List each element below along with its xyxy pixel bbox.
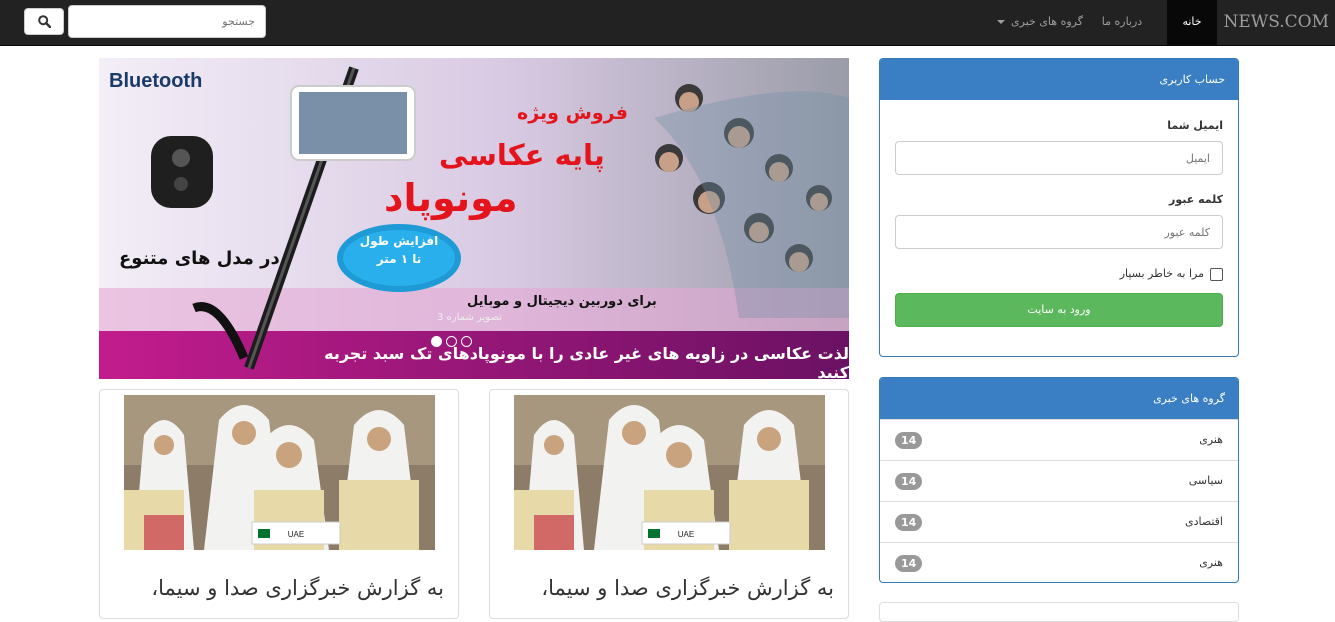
remember-label: مرا به خاطر بسپار — [1119, 267, 1204, 280]
bubble-line-2: تا ۱ متر — [376, 252, 422, 266]
carousel-caption: تصویر شماره 3 — [437, 312, 502, 323]
carousel-dot[interactable] — [431, 336, 442, 347]
password-field[interactable] — [895, 215, 1223, 249]
nav-home[interactable]: خانه — [1167, 0, 1217, 46]
group-label: اقتصادی — [1184, 515, 1223, 528]
headline-special-sale: فروش ویژه — [517, 102, 628, 124]
news-card[interactable]: UAE به گزارش خبرگزاری صدا و سیما، — [489, 389, 849, 619]
cameras-text: برای دوربین دیجیتال و موبایل — [467, 294, 657, 309]
news-image: UAE — [124, 395, 435, 550]
list-item[interactable]: هنری 14 — [880, 419, 1238, 460]
top-navbar: NEWS.COM خانه درباره ما گروه های خبری — [0, 0, 1335, 46]
carousel-dot[interactable] — [461, 336, 472, 347]
nav-groups-label: گروه های خبری — [1011, 15, 1083, 28]
login-panel: حساب کاربری ایمیل شما کلمه عبور مرا به خ… — [879, 58, 1239, 357]
sidebar-panel — [879, 602, 1239, 622]
search-button[interactable] — [24, 8, 64, 35]
count-badge: 14 — [895, 473, 923, 490]
login-panel-heading: حساب کاربری — [880, 59, 1238, 100]
chevron-down-icon — [997, 20, 1006, 24]
news-card[interactable]: UAE به گزارش خبرگزاری صدا و سیما، — [99, 389, 459, 619]
news-title[interactable]: به گزارش خبرگزاری صدا و سیما، — [541, 576, 834, 600]
models-text: در مدل های متنوع — [119, 248, 280, 269]
group-label: هنری — [1199, 433, 1223, 446]
remember-me[interactable]: مرا به خاطر بسپار — [1120, 267, 1223, 281]
login-button[interactable]: ورود به سایت — [895, 293, 1223, 327]
group-label: سیاسی — [1188, 474, 1223, 487]
nav-groups-dropdown[interactable]: گروه های خبری — [990, 0, 1090, 46]
bluetooth-logo: Bluetooth — [109, 70, 203, 92]
headline-monopod: مونوپاد — [384, 176, 518, 220]
count-badge: 14 — [895, 514, 923, 531]
news-title[interactable]: به گزارش خبرگزاری صدا و سیما، — [151, 576, 444, 600]
count-badge: 14 — [895, 432, 923, 449]
group-label: هنری — [1199, 556, 1223, 569]
news-thumbnail[interactable]: UAE — [124, 395, 435, 550]
bubble-line-1: افزایش طول — [359, 234, 439, 248]
groups-panel-heading: گروه های خبری — [880, 378, 1238, 419]
list-item[interactable]: هنری 14 — [880, 542, 1238, 582]
headline-monopod-base: پایه عکاسی — [439, 138, 605, 172]
news-groups-panel: گروه های خبری هنری 14 سیاسی 14 اقتصادی 1… — [879, 377, 1239, 583]
news-image: UAE — [514, 395, 825, 550]
email-label: ایمیل شما — [1167, 119, 1223, 132]
email-field[interactable] — [895, 141, 1223, 175]
brand-logo[interactable]: NEWS.COM — [1223, 0, 1329, 46]
password-label: کلمه عبور — [1169, 193, 1223, 206]
search-icon — [38, 15, 51, 28]
remember-checkbox[interactable] — [1210, 267, 1223, 281]
search-input[interactable] — [68, 5, 266, 38]
nav-about[interactable]: درباره ما — [1092, 0, 1152, 46]
banner-carousel[interactable]: Bluetooth فروش ویژه پایه عکاسی مونوپاد ا… — [99, 58, 849, 379]
uae-badge: UAE — [288, 530, 304, 539]
carousel-dot[interactable] — [446, 336, 457, 347]
uae-badge: UAE — [678, 530, 694, 539]
news-thumbnail[interactable]: UAE — [514, 395, 825, 550]
list-item[interactable]: سیاسی 14 — [880, 460, 1238, 501]
carousel-indicators — [431, 332, 476, 351]
banner-bottom-line: لذت عکاسی در زاویه های غیر عادی را با مو… — [324, 344, 849, 379]
count-badge: 14 — [895, 555, 923, 572]
list-item[interactable]: اقتصادی 14 — [880, 501, 1238, 542]
